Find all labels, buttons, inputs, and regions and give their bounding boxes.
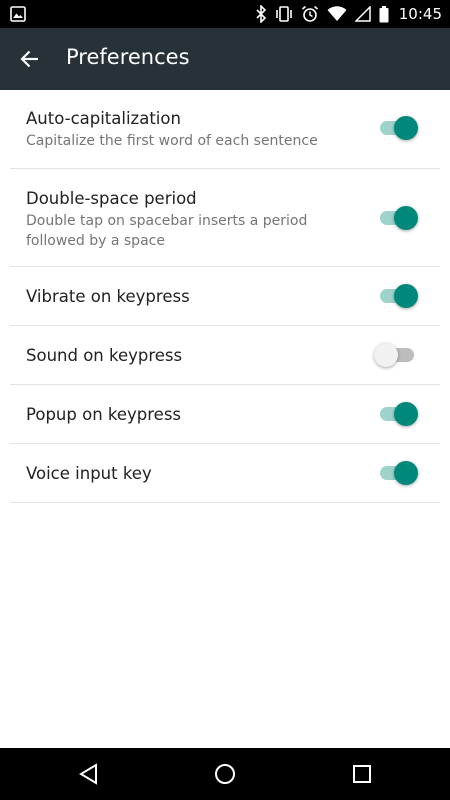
wifi-icon <box>327 6 347 21</box>
toggle-double-space-period[interactable] <box>378 206 418 230</box>
pref-title: Sound on keypress <box>26 346 183 365</box>
switch-thumb <box>394 206 418 230</box>
home-circle-icon[interactable] <box>212 761 238 787</box>
pref-title: Popup on keypress <box>26 405 182 424</box>
pref-title: Voice input key <box>26 464 152 483</box>
pref-voice-input-key[interactable]: Voice input key <box>10 444 440 503</box>
pref-summary: Double tap on spacebar inserts a period … <box>26 213 308 249</box>
pref-title: Vibrate on keypress <box>26 287 190 306</box>
alarm-icon <box>301 5 318 22</box>
battery-icon <box>379 5 389 22</box>
navigation-bar <box>0 748 450 800</box>
status-bar: 10:45 <box>0 0 450 28</box>
preferences-list: Auto-capitalization Capitalize the first… <box>0 90 450 503</box>
pref-sound-on-keypress[interactable]: Sound on keypress <box>10 326 440 385</box>
switch-thumb <box>394 284 418 308</box>
status-time: 10:45 <box>398 5 442 23</box>
switch-thumb <box>394 116 418 140</box>
recents-square-icon[interactable] <box>349 761 375 787</box>
page-title: Preferences <box>66 45 190 69</box>
toggle-voice-input-key[interactable] <box>378 461 418 485</box>
pref-auto-capitalization[interactable]: Auto-capitalization Capitalize the first… <box>10 90 440 169</box>
arrow-left-icon <box>20 50 38 68</box>
back-triangle-icon[interactable] <box>76 761 102 787</box>
vibrate-icon <box>275 6 292 22</box>
switch-thumb <box>394 402 418 426</box>
pref-title: Double-space period <box>26 189 197 208</box>
pref-title: Auto-capitalization <box>26 109 181 128</box>
app-bar: Preferences <box>0 28 450 90</box>
image-icon <box>10 6 26 22</box>
toggle-popup-on-keypress[interactable] <box>378 402 418 426</box>
switch-thumb <box>374 343 398 367</box>
bluetooth-icon <box>256 5 266 23</box>
back-button[interactable] <box>12 41 48 77</box>
switch-thumb <box>394 461 418 485</box>
pref-double-space-period[interactable]: Double-space period Double tap on spaceb… <box>10 169 440 267</box>
pref-popup-on-keypress[interactable]: Popup on keypress <box>10 385 440 444</box>
toggle-vibrate-on-keypress[interactable] <box>378 284 418 308</box>
toggle-sound-on-keypress[interactable] <box>374 343 418 367</box>
toggle-auto-capitalization[interactable] <box>378 116 418 140</box>
signal-icon <box>354 6 371 22</box>
pref-vibrate-on-keypress[interactable]: Vibrate on keypress <box>10 267 440 326</box>
pref-summary: Capitalize the first word of each senten… <box>26 133 318 149</box>
